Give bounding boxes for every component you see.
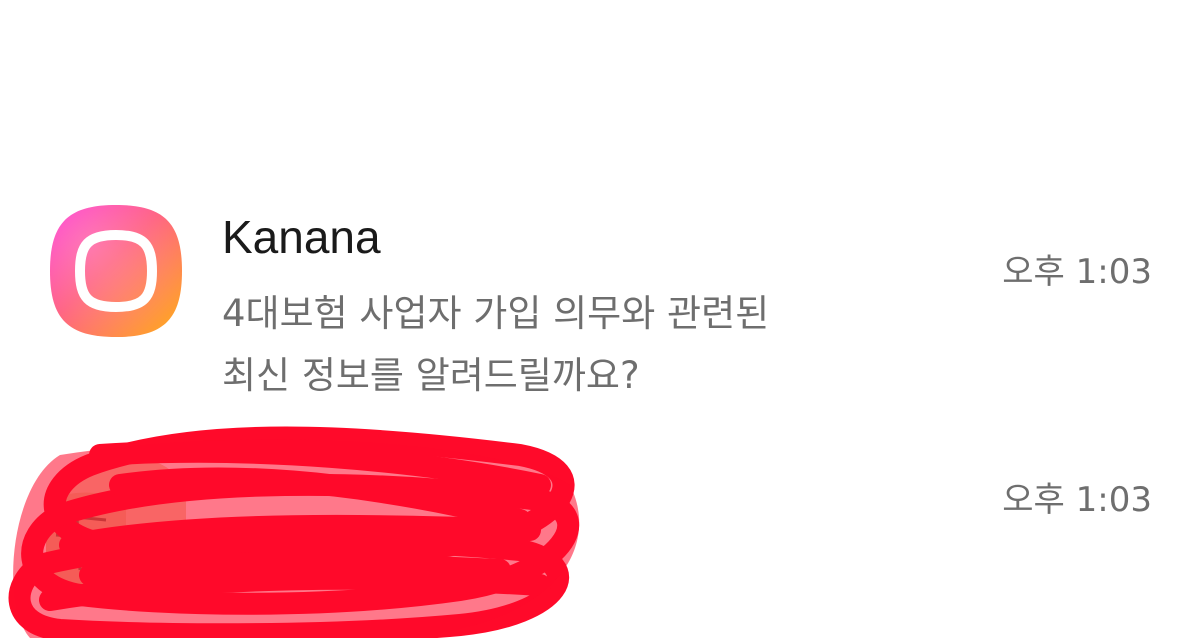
notification-item-kanana[interactable]: Kanana 4대보험 사업자 가입 의무와 관련된 최신 정보를 알려드릴까요… — [0, 195, 1200, 410]
notification-time: 오후 1:03 — [1002, 252, 1152, 292]
notification-message: 4대보험 사업자 가입 의무와 관련된 최신 정보를 알려드릴까요? — [222, 283, 922, 407]
avatar — [46, 460, 186, 600]
kanana-app-icon — [46, 201, 186, 341]
notification-message-line-1: 4대보험 사업자 가입 의무와 관련된 — [222, 292, 770, 335]
notification-time: 오후 1:03 — [1002, 480, 1152, 520]
notification-sender: Kanana — [222, 211, 381, 263]
notification-message-line-2: 최신 정보를 알려드릴까요? — [222, 354, 640, 397]
notification-item-redacted[interactable]: 오후 1:03 — [0, 430, 1200, 638]
notification-list: Kanana 4대보험 사업자 가입 의무와 관련된 최신 정보를 알려드릴까요… — [0, 0, 1200, 638]
